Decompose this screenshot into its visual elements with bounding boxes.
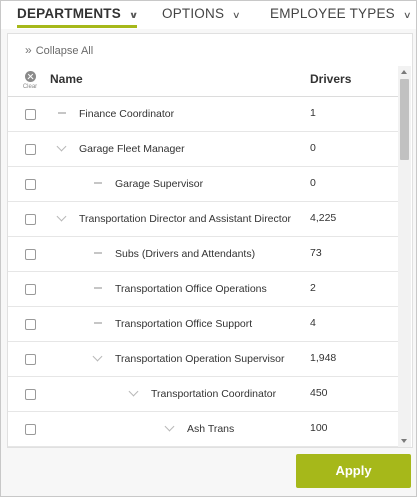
scroll-down-arrow-icon[interactable] [401,439,407,443]
leaf-dash-icon [92,247,104,259]
chevron-down-icon[interactable] [92,352,104,364]
row-checkbox[interactable] [25,214,36,225]
clear-x-circle-icon [24,71,36,82]
row-name: Transportation Office Operations [115,283,267,295]
apply-button[interactable]: Apply [296,454,411,488]
tree-row[interactable]: Transportation Operation Supervisor 1,948 [8,342,398,377]
double-chevron-right-icon: » [25,43,32,57]
row-checkbox[interactable] [25,144,36,155]
leaf-dash-icon [92,177,104,189]
leaf-dash-icon [92,282,104,294]
tree-row[interactable]: Garage Fleet Manager 0 [8,132,398,167]
collapse-all-button[interactable]: » Collapse All [25,43,93,57]
row-drivers-count: 0 [310,177,316,189]
row-name: Garage Fleet Manager [79,143,185,155]
tab-options[interactable]: OPTIONS ∨ [162,1,241,29]
column-header-name: Name [50,72,83,86]
row-name: Transportation Operation Supervisor [115,353,285,365]
department-filter-panel: DEPARTMENTS ∨ OPTIONS ∨ EMPLOYEE TYPES ∨ » C… [0,0,417,497]
tree-row[interactable]: Finance Coordinator 1 [8,97,398,132]
row-checkbox[interactable] [25,179,36,190]
chevron-down-icon[interactable] [164,422,176,434]
scroll-thumb[interactable] [400,79,409,160]
row-name: Transportation Office Support [115,318,253,330]
row-name: Transportation Coordinator [151,388,277,400]
tab-employee-types[interactable]: EMPLOYEE TYPES ∨ [270,1,411,29]
chevron-down-icon: ∨ [232,10,241,20]
row-name: Transportation Director and Assistant Di… [79,213,292,225]
scroll-up-arrow-icon[interactable] [401,70,407,74]
tab-employee-types-label: EMPLOYEE TYPES [270,6,395,21]
row-drivers-count: 450 [310,387,328,399]
collapse-all-label: Collapse All [35,45,94,57]
tree-row[interactable]: Transportation Coordinator 450 [8,377,398,412]
row-checkbox[interactable] [25,249,36,260]
row-checkbox[interactable] [25,319,36,330]
chevron-down-icon: ∨ [128,10,139,20]
tree-row[interactable]: Transportation Office Operations 2 [8,272,398,307]
leaf-dash-icon [56,107,68,119]
tree-rows: Finance Coordinator 1 Garage Fleet Manager… [8,97,398,447]
vertical-scrollbar[interactable] [398,66,411,447]
tree-row[interactable]: Subs (Drivers and Attendants) 73 [8,237,398,272]
clear-selection-button[interactable]: Clear [20,71,40,90]
row-checkbox[interactable] [25,389,36,400]
tree-row[interactable]: Transportation Office Support 4 [8,307,398,342]
column-header-drivers: Drivers [310,72,352,86]
row-checkbox[interactable] [25,284,36,295]
row-drivers-count: 100 [310,422,328,434]
row-drivers-count: 1 [310,107,316,119]
row-drivers-count: 4,225 [310,212,337,224]
row-drivers-count: 2 [310,282,316,294]
tab-departments-label: DEPARTMENTS [17,6,121,21]
chevron-down-icon[interactable] [56,212,68,224]
row-drivers-count: 0 [310,142,316,154]
row-drivers-count: 73 [310,247,322,259]
row-drivers-count: 4 [310,317,316,329]
clear-label: Clear [22,84,38,90]
tree-row[interactable]: Ash Trans 100 [8,412,398,447]
leaf-dash-icon [92,317,104,329]
chevron-down-icon[interactable] [56,142,68,154]
row-checkbox[interactable] [25,109,36,120]
tab-departments[interactable]: DEPARTMENTS ∨ [17,1,139,29]
tree-row[interactable]: Garage Supervisor 0 [8,167,398,202]
row-drivers-count: 1,948 [310,352,337,364]
row-name: Ash Trans [187,423,235,435]
tab-options-label: OPTIONS [162,6,225,21]
row-checkbox[interactable] [25,424,36,435]
row-name: Finance Coordinator [79,108,175,120]
tab-bar: DEPARTMENTS ∨ OPTIONS ∨ EMPLOYEE TYPES ∨ [1,1,416,29]
row-name: Garage Supervisor [115,178,204,190]
row-checkbox[interactable] [25,354,36,365]
chevron-down-icon[interactable] [128,387,140,399]
row-name: Subs (Drivers and Attendants) [115,248,256,260]
chevron-down-icon: ∨ [402,10,412,20]
tree-row[interactable]: Transportation Director and Assistant Di… [8,202,398,237]
department-tree-panel: » Collapse All Clear Name Drivers Finance… [7,33,413,448]
